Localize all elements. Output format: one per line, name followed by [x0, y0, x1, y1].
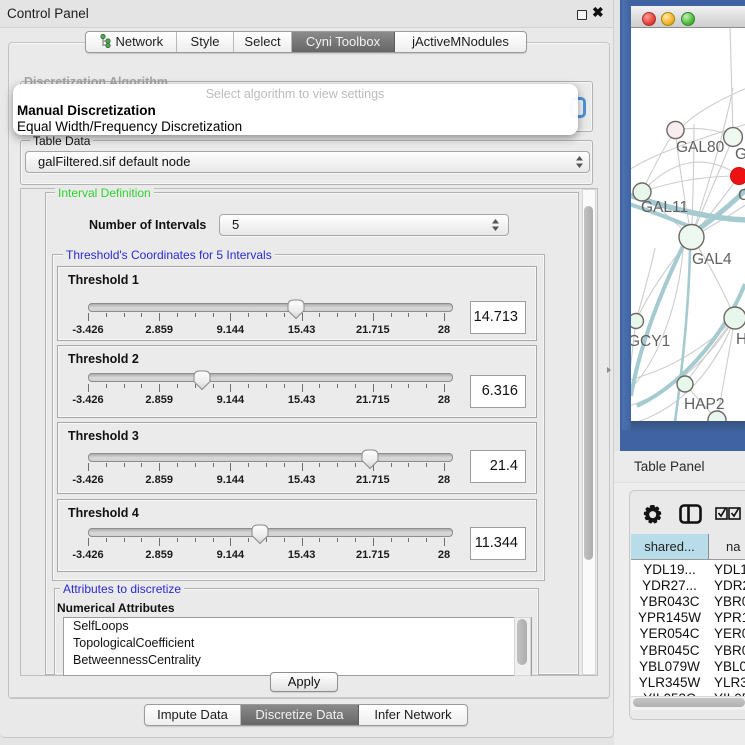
svg-text:GAL80: GAL80 [676, 139, 725, 156]
svg-text:HAP2: HAP2 [684, 396, 725, 413]
svg-text:GAL11: GAL11 [641, 199, 688, 216]
svg-text:C: C [738, 187, 745, 204]
svg-text:HI: HI [736, 331, 745, 348]
svg-text:GA: GA [735, 146, 745, 163]
svg-text:GAL4: GAL4 [692, 251, 732, 268]
svg-text:GCY1: GCY1 [631, 333, 670, 350]
